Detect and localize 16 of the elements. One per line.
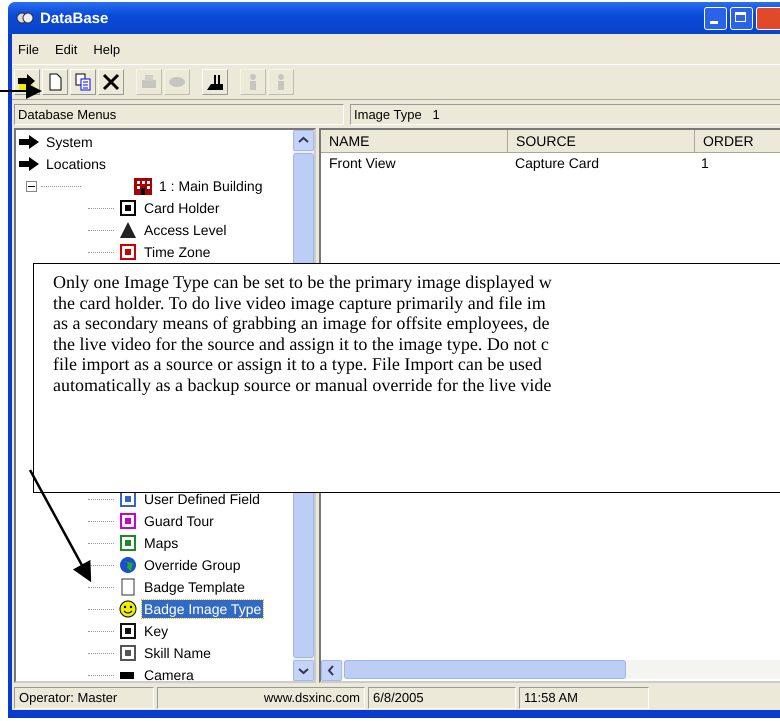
table-cell-text: 1 — [700, 154, 710, 173]
callout-text: file import as a source or assign it to a type. File Import can be used — [53, 354, 543, 375]
table-cell-text: Capture Card — [514, 154, 600, 173]
pane-header: Image Type 1 — [350, 104, 780, 125]
callout-text: the card holder. To do live video image capture primarily and file im — [53, 292, 547, 314]
callout-text: the live video for the source and assign it to the image type. Do not c — [53, 334, 550, 354]
time-label: 11:58 AM — [519, 687, 649, 709]
callout-text: Only one Image Type can be set to be the primary image displayed w — [53, 272, 553, 293]
window-title: DataBase — [40, 10, 108, 26]
callout-text: as a secondary means of grabbing an image for offsite employees, de — [53, 313, 550, 334]
operator-label: Operator: Master — [14, 687, 154, 709]
table-cell-text: Front View — [328, 154, 397, 173]
website-label: www.dsxinc.com — [157, 687, 365, 709]
pane-header: Database Menus — [14, 104, 344, 125]
callout-text: automatically as a backup source or manual override for the live vide — [53, 374, 552, 396]
date-label: 6/8/2005 — [368, 687, 516, 709]
